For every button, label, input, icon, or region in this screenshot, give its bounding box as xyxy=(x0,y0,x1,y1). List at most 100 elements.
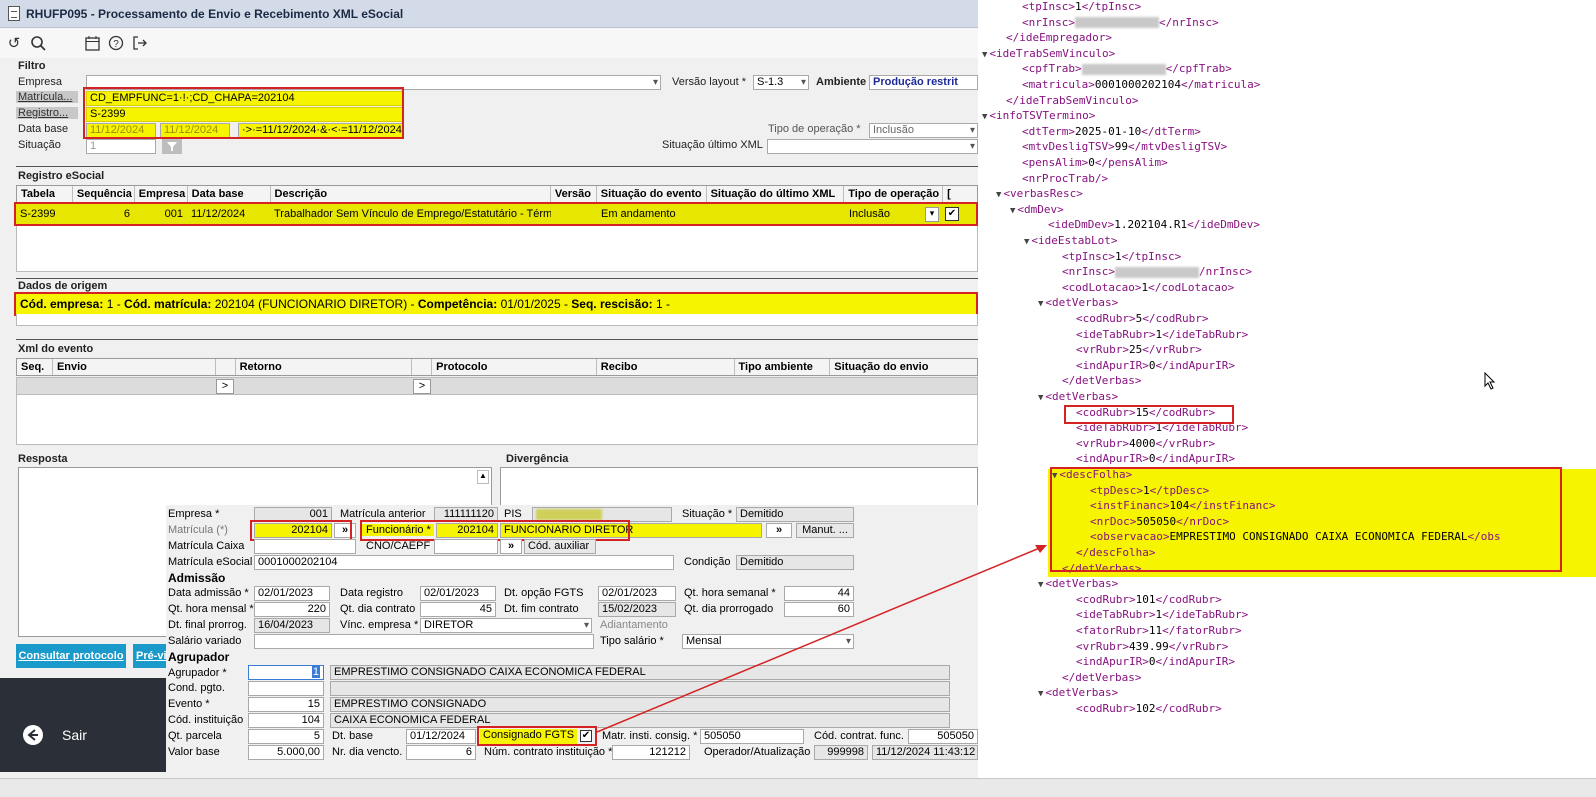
xml-text-value: 0001000202104 xyxy=(1094,78,1181,91)
registro-lookup-button[interactable]: Registro... xyxy=(16,107,78,119)
divergencia-textarea[interactable] xyxy=(500,467,978,507)
f-cod-contr-field[interactable]: 505050 xyxy=(908,729,978,744)
col-sequencia[interactable]: Sequência xyxy=(73,186,135,202)
xml-open-tag: <verbasResc> xyxy=(1003,187,1083,201)
f-valor-field[interactable]: 5.000,00 xyxy=(248,745,324,760)
xml-line: ▼ <verbasResc> xyxy=(996,186,1083,201)
xml-close-tag: </vrRubr> xyxy=(1142,343,1202,357)
situacao-ultimo-xml-select[interactable] xyxy=(767,139,978,154)
help-icon[interactable]: ? xyxy=(106,33,126,53)
f-dt-prorr-field[interactable]: 16/04/2023 xyxy=(254,618,330,633)
xml-grid-header: Seq. Envio Retorno Protocolo Recibo Tipo… xyxy=(16,358,978,376)
col-database[interactable]: Data base xyxy=(188,186,271,202)
f-dt-fgts-field[interactable]: 02/01/2023 xyxy=(598,586,676,601)
f-cond-field[interactable] xyxy=(248,681,324,696)
f-cno-field[interactable] xyxy=(434,539,498,554)
calendar-icon[interactable] xyxy=(82,33,102,53)
collapse-toggle-icon[interactable]: ▼ xyxy=(996,190,1001,200)
f-dt-base-field[interactable]: 01/12/2024 xyxy=(406,729,476,744)
col-empresa[interactable]: Empresa xyxy=(135,186,188,202)
f-tipo-sal-label: Tipo salário * xyxy=(600,635,664,647)
col-situacao-evento[interactable]: Situação do evento xyxy=(597,186,707,202)
f-dt-adm-field[interactable]: 02/01/2023 xyxy=(254,586,330,601)
f-num-contr-field[interactable]: 121212 xyxy=(612,745,690,760)
f-dt-fim-field[interactable]: 15/02/2023 xyxy=(598,602,676,617)
f-vinc-select[interactable]: DIRETOR xyxy=(420,618,592,633)
f-manut-button[interactable]: Manut. ... xyxy=(796,523,854,538)
f-mat-caixa-field[interactable] xyxy=(254,539,356,554)
f-qt-dp-field[interactable]: 60 xyxy=(784,602,854,617)
f-condicao-field[interactable]: Demitido xyxy=(736,555,854,570)
col-tipo-operacao[interactable]: Tipo de operação xyxy=(844,186,944,202)
tipo-operacao-select[interactable]: Inclusão xyxy=(869,123,978,138)
f-cod-auxiliar-button[interactable]: Cód. auxiliar xyxy=(524,539,596,554)
xml-grid-body xyxy=(16,395,978,445)
xml-line: ▼ <detVerbas> xyxy=(1038,576,1118,591)
f-qt-hm-field[interactable]: 220 xyxy=(254,602,330,617)
f-nr-dia-field[interactable]: 6 xyxy=(406,745,476,760)
f-inst-field[interactable]: 104 xyxy=(248,713,324,728)
situacao-field[interactable]: 1 xyxy=(86,139,156,154)
f-sal-var-field[interactable] xyxy=(254,634,594,649)
collapse-toggle-icon[interactable]: ▼ xyxy=(982,50,987,60)
xml-line: <codRubr>102</codRubr> xyxy=(1076,701,1222,716)
f-evento-field[interactable]: 15 xyxy=(248,697,324,712)
f-qt-parc-field[interactable]: 5 xyxy=(248,729,324,744)
exit-icon[interactable] xyxy=(130,33,150,53)
col-versao[interactable]: Versão xyxy=(551,186,597,202)
f-qt-dc-field[interactable]: 45 xyxy=(420,602,496,617)
f-tipo-sal-select[interactable]: Mensal xyxy=(682,634,854,649)
collapse-toggle-icon[interactable]: ▼ xyxy=(982,112,987,122)
f-agrup-field[interactable]: 1 xyxy=(248,665,324,680)
back-arrow-icon[interactable] xyxy=(22,724,44,746)
col-extra[interactable]: [ xyxy=(943,186,977,202)
col-descricao[interactable]: Descrição xyxy=(271,186,551,202)
xml-open-tag: </detVerbas> xyxy=(1062,374,1142,388)
retorno-open-button[interactable]: > xyxy=(413,379,431,394)
f-mat-esocial-field[interactable]: 0001000202104 xyxy=(254,555,674,570)
xml-col-tipo-ambiente[interactable]: Tipo ambiente xyxy=(735,359,831,375)
col-tabela[interactable]: Tabela xyxy=(17,186,73,202)
f-funcionario-lookup[interactable]: » xyxy=(766,523,792,538)
ambiente-field[interactable]: Produção restrit xyxy=(869,75,978,90)
xml-text-value: 0 xyxy=(1088,156,1095,169)
collapse-toggle-icon[interactable]: ▼ xyxy=(1024,237,1029,247)
xml-close-tag: </matricula> xyxy=(1180,78,1261,91)
versao-layout-select[interactable]: S-1.3 xyxy=(753,75,809,90)
f-qt-hs-field[interactable]: 44 xyxy=(784,586,854,601)
collapse-toggle-icon[interactable]: ▼ xyxy=(1038,299,1043,309)
matricula-lookup-button[interactable]: Matrícula... xyxy=(16,91,78,103)
xml-col-recibo[interactable]: Recibo xyxy=(597,359,735,375)
f-matr-inst-field[interactable]: 505050 xyxy=(700,729,804,744)
collapse-toggle-icon[interactable]: ▼ xyxy=(1010,206,1015,216)
xml-open-tag: <ideDmDev> xyxy=(1048,218,1115,232)
collapse-toggle-icon[interactable]: ▼ xyxy=(1038,393,1043,403)
xml-col-envio[interactable]: Envio xyxy=(53,359,216,375)
xml-col-seq[interactable]: Seq. xyxy=(17,359,53,375)
undo-icon[interactable]: ↺ xyxy=(4,33,24,53)
xml-open-tag: <tpInsc> xyxy=(1022,0,1075,13)
xml-line: <vrRubr>25</vrRubr> xyxy=(1076,342,1202,357)
xml-col-situacao-envio[interactable]: Situação do envio xyxy=(830,359,977,375)
previa-button[interactable]: Pré-vi xyxy=(133,644,167,668)
sair-panel[interactable]: Sair xyxy=(0,678,166,772)
filter-funnel-icon[interactable] xyxy=(162,139,182,154)
f-cond-label: Cond. pgto. xyxy=(168,682,225,694)
envio-open-button[interactable]: > xyxy=(216,379,234,394)
svg-text:?: ? xyxy=(113,39,119,50)
xml-col-retorno[interactable]: Retorno xyxy=(236,359,413,375)
f-dt-reg-field[interactable]: 02/01/2023 xyxy=(420,586,496,601)
col-situacao-ultimo[interactable]: Situação do último XML xyxy=(707,186,845,202)
xml-text-value: 439.99 xyxy=(1128,639,1169,653)
xml-col-protocolo[interactable]: Protocolo xyxy=(432,359,597,375)
scroll-up-icon[interactable]: ▲ xyxy=(477,470,489,484)
xml-open-tag: <codRubr> xyxy=(1076,702,1136,715)
xml-grid-row[interactable]: > > xyxy=(16,377,978,395)
search-icon[interactable] xyxy=(28,33,48,53)
registro-grid-body xyxy=(16,226,978,272)
collapse-toggle-icon[interactable]: ▼ xyxy=(1038,689,1043,699)
consultar-protocolo-button[interactable]: Consultar protocolo xyxy=(16,644,126,668)
f-situacao-field[interactable]: Demitido xyxy=(736,507,854,522)
f-cno-lookup[interactable]: » xyxy=(500,539,522,554)
collapse-toggle-icon[interactable]: ▼ xyxy=(1038,580,1043,590)
